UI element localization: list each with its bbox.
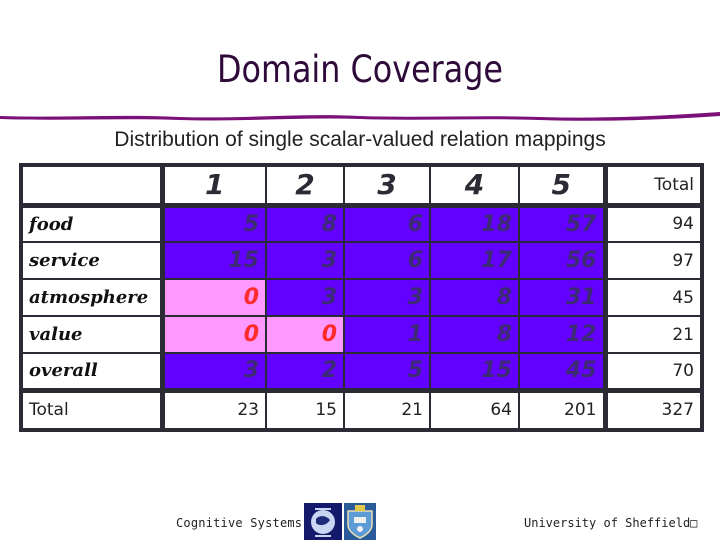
- table-row: service 15 3 6 17 56 97: [20, 241, 703, 280]
- column-header: 2: [265, 164, 345, 208]
- header-row: 1 2 3 4 5 Total: [20, 164, 703, 208]
- row-total-cell: 70: [602, 352, 703, 391]
- value-cell: 15: [429, 352, 520, 391]
- table-row: atmosphere 0 3 3 8 31 45: [20, 278, 703, 317]
- column-header: 3: [343, 164, 431, 208]
- row-total-cell: 94: [602, 204, 703, 243]
- slide-title: Domain Coverage: [216, 48, 504, 91]
- zero-value-cell: 0: [265, 315, 345, 354]
- table-row: value 0 0 1 8 12 21: [20, 315, 703, 354]
- value-cell: 45: [518, 352, 606, 391]
- row-total-cell: 21: [602, 315, 703, 354]
- value-cell: 8: [429, 278, 520, 317]
- value-cell: 2: [265, 352, 345, 391]
- row-label: atmosphere: [20, 278, 165, 317]
- university-shield-logo: [344, 503, 376, 540]
- corner-cell: [20, 164, 165, 208]
- value-cell: 3: [161, 352, 267, 391]
- value-cell: 1: [343, 315, 431, 354]
- zero-value-cell: 0: [161, 278, 267, 317]
- value-cell: 57: [518, 204, 606, 243]
- slide-subtitle: Distribution of single scalar-valued rel…: [114, 128, 606, 151]
- value-cell: 6: [343, 241, 431, 280]
- value-cell: 17: [429, 241, 520, 280]
- total-row-label: Total: [20, 387, 165, 431]
- row-total-cell: 97: [602, 241, 703, 280]
- row-label: food: [20, 204, 165, 243]
- column-total-cell: 21: [343, 387, 431, 431]
- column-header: 1: [161, 164, 267, 208]
- footer-university: University of Sheffield□: [524, 516, 698, 530]
- value-cell: 3: [343, 278, 431, 317]
- value-cell: 15: [161, 241, 267, 280]
- column-total-cell: 201: [518, 387, 606, 431]
- column-total-cell: 15: [265, 387, 345, 431]
- row-label: service: [20, 241, 165, 280]
- value-cell: 56: [518, 241, 606, 280]
- university-crest-globe-logo: [304, 503, 342, 540]
- row-label: overall: [20, 352, 165, 391]
- value-cell: 31: [518, 278, 606, 317]
- zero-value-cell: 0: [161, 315, 267, 354]
- column-total-cell: 23: [161, 387, 267, 431]
- column-header: 5: [518, 164, 606, 208]
- value-cell: 8: [429, 315, 520, 354]
- value-cell: 6: [343, 204, 431, 243]
- column-total-cell: 64: [429, 387, 520, 431]
- row-label: value: [20, 315, 165, 354]
- value-cell: 3: [265, 278, 345, 317]
- table-row: overall 3 2 5 15 45 70: [20, 352, 703, 391]
- table-row: food 5 8 6 18 57 94: [20, 204, 703, 243]
- row-total-cell: 45: [602, 278, 703, 317]
- title-underline: [0, 112, 720, 121]
- column-header: 4: [429, 164, 520, 208]
- value-cell: 18: [429, 204, 520, 243]
- coverage-table: 1 2 3 4 5 Total food 5 8 6 18 57 94 service 15 3 6…: [19, 163, 704, 432]
- value-cell: 12: [518, 315, 606, 354]
- total-row: Total 23 15 21 64 201 327: [20, 387, 703, 431]
- value-cell: 5: [161, 204, 267, 243]
- footer-cognitive-systems: Cognitive Systems: [176, 516, 303, 530]
- value-cell: 8: [265, 204, 345, 243]
- total-column-header: Total: [602, 164, 703, 208]
- value-cell: 5: [343, 352, 431, 391]
- value-cell: 3: [265, 241, 345, 280]
- grand-total-cell: 327: [602, 387, 703, 431]
